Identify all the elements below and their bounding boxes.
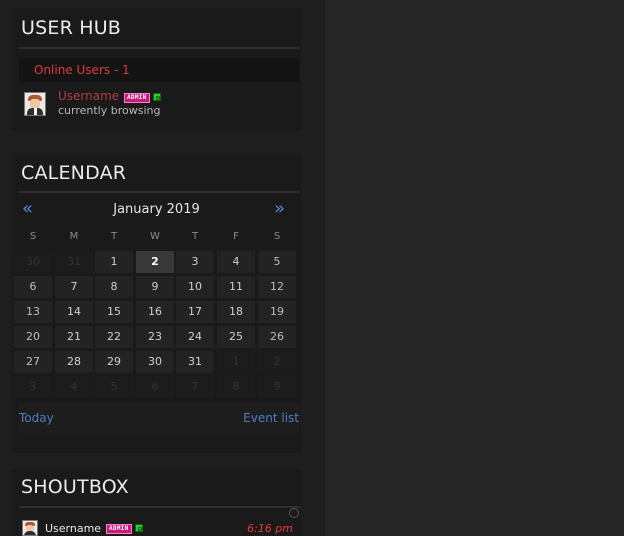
calendar-day[interactable]: 7 [55, 276, 93, 298]
calendar-day[interactable]: 16 [136, 301, 174, 323]
calendar-day-other-month[interactable]: 9 [258, 376, 296, 398]
calendar-day[interactable]: 24 [176, 326, 214, 348]
calendar-day-other-month[interactable]: 1 [217, 351, 255, 373]
user-status-text: currently browsing [58, 104, 161, 117]
calendar-day[interactable]: 29 [95, 351, 133, 373]
calendar-day[interactable]: 25 [217, 326, 255, 348]
calendar-day[interactable]: 4 [217, 251, 255, 273]
calendar-day[interactable]: 21 [55, 326, 93, 348]
calendar-day[interactable]: 23 [136, 326, 174, 348]
calendar-day-other-month[interactable]: 30 [14, 251, 52, 273]
admin-badge: ADMIN [106, 524, 132, 534]
calendar-day[interactable]: 18 [217, 301, 255, 323]
calendar-day[interactable]: 28 [55, 351, 93, 373]
calendar-day[interactable]: 10 [176, 276, 214, 298]
calendar-title: CALENDAR [21, 162, 127, 184]
calendar-day[interactable]: 13 [14, 301, 52, 323]
avatar[interactable] [22, 520, 38, 536]
next-month-icon[interactable]: » [274, 200, 285, 218]
calendar-day[interactable]: 12 [258, 276, 296, 298]
calendar-month-label: January 2019 [113, 202, 200, 217]
weekday-header: M [69, 231, 79, 242]
weekday-header: F [233, 231, 239, 242]
weekday-header: T [191, 231, 199, 242]
calendar-day[interactable]: 3 [176, 251, 214, 273]
calendar-day-other-month[interactable]: 4 [55, 376, 93, 398]
online-users-bar[interactable]: Online Users - 1 [19, 58, 299, 82]
shout-timestamp: 6:16 pm [247, 522, 293, 535]
weekday-header: W [150, 231, 160, 242]
calendar-day[interactable]: 5 [258, 251, 296, 273]
calendar-day[interactable]: 31 [176, 351, 214, 373]
divider [19, 47, 300, 49]
divider [19, 191, 300, 193]
calendar-day[interactable]: 20 [14, 326, 52, 348]
calendar-day-other-month[interactable]: 3 [14, 376, 52, 398]
calendar-day[interactable]: 9 [136, 276, 174, 298]
user-hub-panel: USER HUB Online Users - 1 Username ADMIN… [12, 8, 301, 130]
calendar-panel: CALENDAR « January 2019 » S M T W T F S 30 31 1 2 3… [12, 153, 301, 453]
calendar-day-other-month[interactable]: 6 [136, 376, 174, 398]
online-users-label: Online Users - 1 [34, 63, 130, 77]
calendar-day[interactable]: 15 [95, 301, 133, 323]
calendar-day[interactable]: 26 [258, 326, 296, 348]
scroll-icon[interactable] [289, 508, 299, 518]
calendar-day[interactable]: 27 [14, 351, 52, 373]
calendar-day-other-month[interactable]: 7 [176, 376, 214, 398]
calendar-day[interactable]: 22 [95, 326, 133, 348]
calendar-day-other-month[interactable]: 31 [55, 251, 93, 273]
calendar-day[interactable]: 11 [217, 276, 255, 298]
admin-badge: ADMIN [124, 93, 150, 103]
shoutbox-panel: SHOUTBOX Username ADMIN 6:16 pm [12, 470, 301, 536]
weekday-header: S [29, 231, 37, 242]
today-link[interactable]: Today [19, 411, 54, 425]
event-list-link[interactable]: Event list [243, 411, 299, 425]
weekday-header: S [273, 231, 281, 242]
calendar-day[interactable]: 17 [176, 301, 214, 323]
avatar[interactable] [24, 92, 46, 116]
shoutbox-title: SHOUTBOX [21, 476, 129, 498]
calendar-day[interactable]: 1 [95, 251, 133, 273]
calendar-day[interactable]: 14 [55, 301, 93, 323]
online-status-icon [153, 93, 161, 101]
calendar-day[interactable]: 8 [95, 276, 133, 298]
calendar-day[interactable]: 30 [136, 351, 174, 373]
calendar-day-other-month[interactable]: 5 [95, 376, 133, 398]
online-status-icon [135, 524, 143, 532]
sidebar: USER HUB Online Users - 1 Username ADMIN… [0, 0, 325, 536]
calendar-day-other-month[interactable]: 8 [217, 376, 255, 398]
online-username-link[interactable]: Username [58, 89, 119, 103]
calendar-day[interactable]: 19 [258, 301, 296, 323]
divider [19, 506, 300, 508]
user-hub-title: USER HUB [21, 17, 122, 39]
calendar-day[interactable]: 2 [136, 251, 174, 273]
calendar-footer: Today Event list [19, 403, 299, 433]
calendar-day[interactable]: 6 [14, 276, 52, 298]
weekday-header: T [110, 231, 118, 242]
calendar-day-other-month[interactable]: 2 [258, 351, 296, 373]
shout-username-link[interactable]: Username [45, 522, 101, 535]
